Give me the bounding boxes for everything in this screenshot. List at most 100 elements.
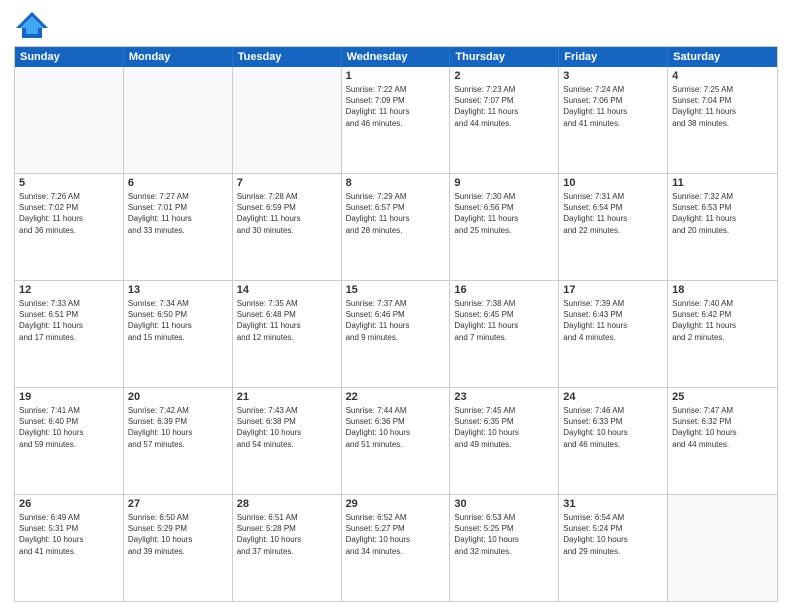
day-cell-23: 23Sunrise: 7:45 AM Sunset: 6:35 PM Dayli… bbox=[450, 388, 559, 494]
empty-cell bbox=[124, 67, 233, 173]
day-info: Sunrise: 7:30 AM Sunset: 6:56 PM Dayligh… bbox=[454, 191, 554, 236]
day-number: 21 bbox=[237, 391, 337, 403]
day-info: Sunrise: 7:45 AM Sunset: 6:35 PM Dayligh… bbox=[454, 405, 554, 450]
day-number: 5 bbox=[19, 177, 119, 189]
day-info: Sunrise: 7:40 AM Sunset: 6:42 PM Dayligh… bbox=[672, 298, 773, 343]
day-number: 6 bbox=[128, 177, 228, 189]
calendar-row-3: 12 Sunrise: 7:33 AM Sunset: 6:51 PM Dayli… bbox=[15, 280, 777, 387]
day-cell-8: 8 Sunrise: 7:29 AM Sunset: 6:57 PM Daylig… bbox=[342, 174, 451, 280]
day-cell-6: 6 Sunrise: 7:27 AM Sunset: 7:01 PM Daylig… bbox=[124, 174, 233, 280]
calendar: SundayMondayTuesdayWednesdayThursdayFrid… bbox=[14, 46, 778, 602]
weekday-header-wednesday: Wednesday bbox=[342, 47, 451, 67]
day-info: Sunrise: 7:23 AM Sunset: 7:07 PM Dayligh… bbox=[454, 84, 554, 129]
day-cell-1: 1 Sunrise: 7:22 AM Sunset: 7:09 PM Daylig… bbox=[342, 67, 451, 173]
day-info: Sunrise: 7:46 AM Sunset: 6:33 PM Dayligh… bbox=[563, 405, 663, 450]
day-number: 2 bbox=[454, 70, 554, 82]
day-info: Sunrise: 7:32 AM Sunset: 6:53 PM Dayligh… bbox=[672, 191, 773, 236]
day-number: 16 bbox=[454, 284, 554, 296]
day-info: Sunrise: 7:42 AM Sunset: 6:39 PM Dayligh… bbox=[128, 405, 228, 450]
day-info: Sunrise: 7:43 AM Sunset: 6:38 PM Dayligh… bbox=[237, 405, 337, 450]
day-info: Sunrise: 6:52 AM Sunset: 5:27 PM Dayligh… bbox=[346, 512, 446, 557]
day-info: Sunrise: 7:24 AM Sunset: 7:06 PM Dayligh… bbox=[563, 84, 663, 129]
day-number: 1 bbox=[346, 70, 446, 82]
day-number: 15 bbox=[346, 284, 446, 296]
day-cell-17: 17 Sunrise: 7:39 AM Sunset: 6:43 PM Dayli… bbox=[559, 281, 668, 387]
day-number: 9 bbox=[454, 177, 554, 189]
day-cell-13: 13 Sunrise: 7:34 AM Sunset: 6:50 PM Dayli… bbox=[124, 281, 233, 387]
day-cell-18: 18 Sunrise: 7:40 AM Sunset: 6:42 PM Dayli… bbox=[668, 281, 777, 387]
day-info: Sunrise: 7:31 AM Sunset: 6:54 PM Dayligh… bbox=[563, 191, 663, 236]
day-cell-20: 20 Sunrise: 7:42 AM Sunset: 6:39 PM Dayli… bbox=[124, 388, 233, 494]
day-number: 11 bbox=[672, 177, 773, 189]
day-cell-15: 15 Sunrise: 7:37 AM Sunset: 6:46 PM Dayli… bbox=[342, 281, 451, 387]
weekday-header-friday: Friday bbox=[559, 47, 668, 67]
page: SundayMondayTuesdayWednesdayThursdayFrid… bbox=[0, 0, 792, 612]
day-number: 8 bbox=[346, 177, 446, 189]
day-info: Sunrise: 7:27 AM Sunset: 7:01 PM Dayligh… bbox=[128, 191, 228, 236]
day-info: Sunrise: 6:50 AM Sunset: 5:29 PM Dayligh… bbox=[128, 512, 228, 557]
empty-cell bbox=[15, 67, 124, 173]
day-info: Sunrise: 7:25 AM Sunset: 7:04 PM Dayligh… bbox=[672, 84, 773, 129]
calendar-row-5: 26 Sunrise: 6:49 AM Sunset: 5:31 PM Dayli… bbox=[15, 494, 777, 601]
day-cell-9: 9 Sunrise: 7:30 AM Sunset: 6:56 PM Daylig… bbox=[450, 174, 559, 280]
weekday-header-monday: Monday bbox=[124, 47, 233, 67]
day-info: Sunrise: 7:33 AM Sunset: 6:51 PM Dayligh… bbox=[19, 298, 119, 343]
day-cell-14: 14Sunrise: 7:35 AM Sunset: 6:48 PM Dayli… bbox=[233, 281, 342, 387]
calendar-body: 1 Sunrise: 7:22 AM Sunset: 7:09 PM Daylig… bbox=[15, 67, 777, 601]
day-number: 17 bbox=[563, 284, 663, 296]
day-cell-24: 24 Sunrise: 7:46 AM Sunset: 6:33 PM Dayli… bbox=[559, 388, 668, 494]
day-info: Sunrise: 6:49 AM Sunset: 5:31 PM Dayligh… bbox=[19, 512, 119, 557]
day-cell-25: 25 Sunrise: 7:47 AM Sunset: 6:32 PM Dayli… bbox=[668, 388, 777, 494]
day-info: Sunrise: 6:51 AM Sunset: 5:28 PM Dayligh… bbox=[237, 512, 337, 557]
day-cell-31: 31Sunrise: 6:54 AM Sunset: 5:24 PM Dayli… bbox=[559, 495, 668, 601]
day-number: 24 bbox=[563, 391, 663, 403]
day-cell-3: 3Sunrise: 7:24 AM Sunset: 7:06 PM Daylig… bbox=[559, 67, 668, 173]
day-info: Sunrise: 7:37 AM Sunset: 6:46 PM Dayligh… bbox=[346, 298, 446, 343]
day-cell-26: 26 Sunrise: 6:49 AM Sunset: 5:31 PM Dayli… bbox=[15, 495, 124, 601]
day-cell-30: 30Sunrise: 6:53 AM Sunset: 5:25 PM Dayli… bbox=[450, 495, 559, 601]
day-info: Sunrise: 7:44 AM Sunset: 6:36 PM Dayligh… bbox=[346, 405, 446, 450]
day-number: 30 bbox=[454, 498, 554, 510]
day-number: 18 bbox=[672, 284, 773, 296]
day-number: 13 bbox=[128, 284, 228, 296]
day-info: Sunrise: 7:22 AM Sunset: 7:09 PM Dayligh… bbox=[346, 84, 446, 129]
calendar-row-1: 1 Sunrise: 7:22 AM Sunset: 7:09 PM Daylig… bbox=[15, 67, 777, 173]
header bbox=[14, 10, 778, 40]
day-info: Sunrise: 7:29 AM Sunset: 6:57 PM Dayligh… bbox=[346, 191, 446, 236]
day-number: 25 bbox=[672, 391, 773, 403]
day-cell-22: 22 Sunrise: 7:44 AM Sunset: 6:36 PM Dayli… bbox=[342, 388, 451, 494]
day-number: 10 bbox=[563, 177, 663, 189]
day-cell-11: 11 Sunrise: 7:32 AM Sunset: 6:53 PM Dayli… bbox=[668, 174, 777, 280]
weekday-header-sunday: Sunday bbox=[15, 47, 124, 67]
day-number: 7 bbox=[237, 177, 337, 189]
day-number: 14 bbox=[237, 284, 337, 296]
day-info: Sunrise: 7:47 AM Sunset: 6:32 PM Dayligh… bbox=[672, 405, 773, 450]
day-info: Sunrise: 7:38 AM Sunset: 6:45 PM Dayligh… bbox=[454, 298, 554, 343]
empty-cell bbox=[233, 67, 342, 173]
weekday-header-tuesday: Tuesday bbox=[233, 47, 342, 67]
calendar-header: SundayMondayTuesdayWednesdayThursdayFrid… bbox=[15, 47, 777, 67]
day-cell-10: 10 Sunrise: 7:31 AM Sunset: 6:54 PM Dayli… bbox=[559, 174, 668, 280]
day-cell-27: 27 Sunrise: 6:50 AM Sunset: 5:29 PM Dayli… bbox=[124, 495, 233, 601]
empty-cell bbox=[668, 495, 777, 601]
day-number: 26 bbox=[19, 498, 119, 510]
day-number: 27 bbox=[128, 498, 228, 510]
day-cell-2: 2 Sunrise: 7:23 AM Sunset: 7:07 PM Daylig… bbox=[450, 67, 559, 173]
day-info: Sunrise: 7:34 AM Sunset: 6:50 PM Dayligh… bbox=[128, 298, 228, 343]
calendar-row-4: 19 Sunrise: 7:41 AM Sunset: 6:40 PM Dayli… bbox=[15, 387, 777, 494]
calendar-row-2: 5Sunrise: 7:26 AM Sunset: 7:02 PM Daylig… bbox=[15, 173, 777, 280]
day-number: 19 bbox=[19, 391, 119, 403]
day-cell-21: 21 Sunrise: 7:43 AM Sunset: 6:38 PM Dayli… bbox=[233, 388, 342, 494]
day-cell-4: 4 Sunrise: 7:25 AM Sunset: 7:04 PM Daylig… bbox=[668, 67, 777, 173]
logo bbox=[14, 10, 54, 40]
day-number: 12 bbox=[19, 284, 119, 296]
weekday-header-saturday: Saturday bbox=[668, 47, 777, 67]
day-cell-5: 5Sunrise: 7:26 AM Sunset: 7:02 PM Daylig… bbox=[15, 174, 124, 280]
day-info: Sunrise: 7:41 AM Sunset: 6:40 PM Dayligh… bbox=[19, 405, 119, 450]
day-cell-28: 28Sunrise: 6:51 AM Sunset: 5:28 PM Dayli… bbox=[233, 495, 342, 601]
day-number: 22 bbox=[346, 391, 446, 403]
day-number: 20 bbox=[128, 391, 228, 403]
day-cell-16: 16 Sunrise: 7:38 AM Sunset: 6:45 PM Dayli… bbox=[450, 281, 559, 387]
day-info: Sunrise: 7:39 AM Sunset: 6:43 PM Dayligh… bbox=[563, 298, 663, 343]
day-number: 4 bbox=[672, 70, 773, 82]
